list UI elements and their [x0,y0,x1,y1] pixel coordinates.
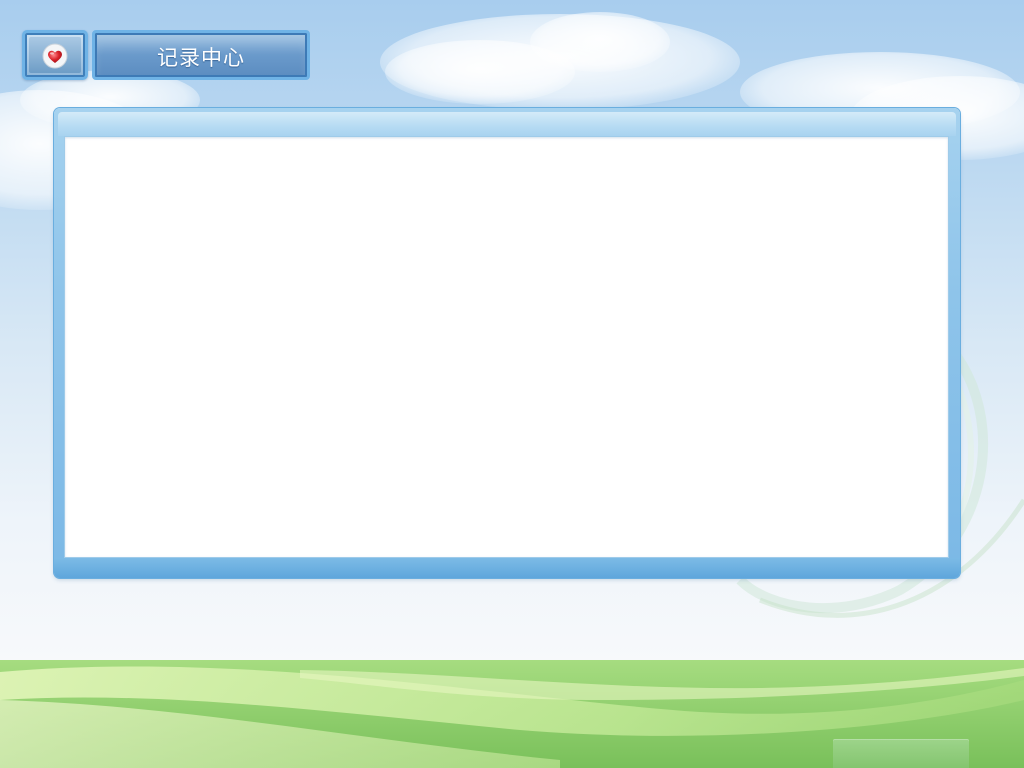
home-button[interactable] [22,30,88,80]
header-bar: 记录中心 [22,30,312,82]
record-list-area[interactable] [64,136,949,558]
page-title-box: 记录中心 [92,30,310,80]
record-panel [54,108,960,578]
page-title: 记录中心 [157,46,245,70]
panel-bottombar [54,558,960,578]
bottom-action-button[interactable] [833,739,969,768]
panel-titlebar [58,112,956,136]
heart-icon [42,43,68,69]
app-screen: 记录中心 [0,0,1024,768]
